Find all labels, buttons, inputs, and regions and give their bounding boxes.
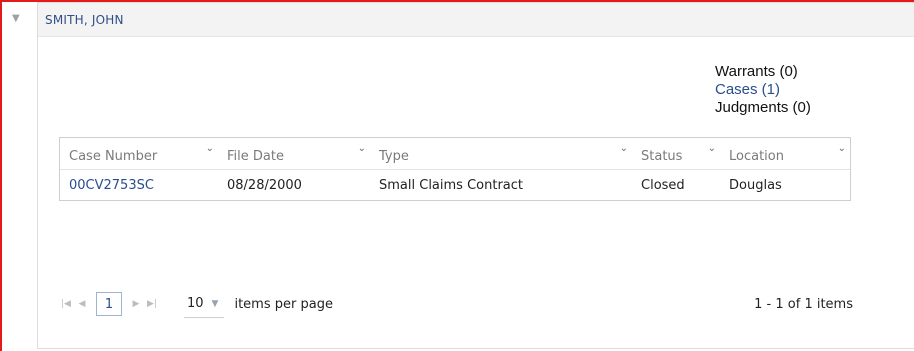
column-header-file-date[interactable]: File Date ⌄ (218, 143, 370, 164)
cases-link[interactable]: Cases (1) (715, 81, 811, 99)
dropdown-caret-icon: ▼ (211, 298, 219, 309)
column-header-status[interactable]: Status ⌄ (632, 143, 720, 164)
party-name: SMITH, JOHN (45, 12, 124, 27)
page-size-dropdown[interactable]: 10 ▼ (184, 291, 225, 318)
cases-grid: Case Number ⌄ File Date ⌄ Type ⌄ Status … (59, 137, 851, 201)
column-menu-chevron-icon[interactable]: ⌄ (620, 143, 628, 154)
type-cell: Small Claims Contract (379, 178, 523, 193)
grid-header: Case Number ⌄ File Date ⌄ Type ⌄ Status … (60, 138, 850, 170)
summary-links: Warrants (0) Cases (1) Judgments (0) (715, 63, 811, 117)
page-size-value: 10 (187, 296, 204, 311)
case-number-link[interactable]: 00CV2753SC (69, 178, 154, 193)
items-count-info: 1 - 1 of 1 items (754, 296, 853, 312)
next-page-icon[interactable]: ▶ (128, 299, 144, 309)
last-page-icon[interactable]: ▶| (144, 299, 160, 309)
pager: |◀ ◀ 1 ▶ ▶| 10 ▼ items per page 1 - 1 of… (58, 290, 878, 318)
first-page-icon[interactable]: |◀ (58, 299, 74, 309)
party-panel: SMITH, JOHN Warrants (0) Cases (1) Judgm… (37, 2, 914, 349)
column-menu-chevron-icon[interactable]: ⌄ (708, 143, 716, 154)
previous-page-icon[interactable]: ◀ (74, 299, 90, 309)
party-header[interactable]: SMITH, JOHN (38, 3, 914, 37)
status-cell: Closed (641, 178, 685, 193)
column-menu-chevron-icon[interactable]: ⌄ (358, 143, 366, 154)
table-row: 00CV2753SC 08/28/2000 Small Claims Contr… (60, 170, 850, 201)
column-header-type[interactable]: Type ⌄ (370, 143, 632, 164)
file-date-cell: 08/28/2000 (227, 178, 302, 193)
column-header-location[interactable]: Location ⌄ (720, 143, 850, 164)
page-number-button[interactable]: 1 (96, 292, 122, 316)
judgments-count: Judgments (0) (715, 99, 811, 116)
column-menu-chevron-icon[interactable]: ⌄ (838, 143, 846, 154)
collapse-arrow-icon[interactable]: ▼ (12, 13, 20, 24)
warrants-count: Warrants (0) (715, 63, 798, 80)
case-number-cell: 00CV2753SC (60, 178, 218, 193)
location-cell: Douglas (729, 178, 782, 193)
items-per-page-label: items per page (234, 296, 333, 312)
column-menu-chevron-icon[interactable]: ⌄ (206, 143, 214, 154)
column-header-case-number[interactable]: Case Number ⌄ (60, 143, 218, 164)
